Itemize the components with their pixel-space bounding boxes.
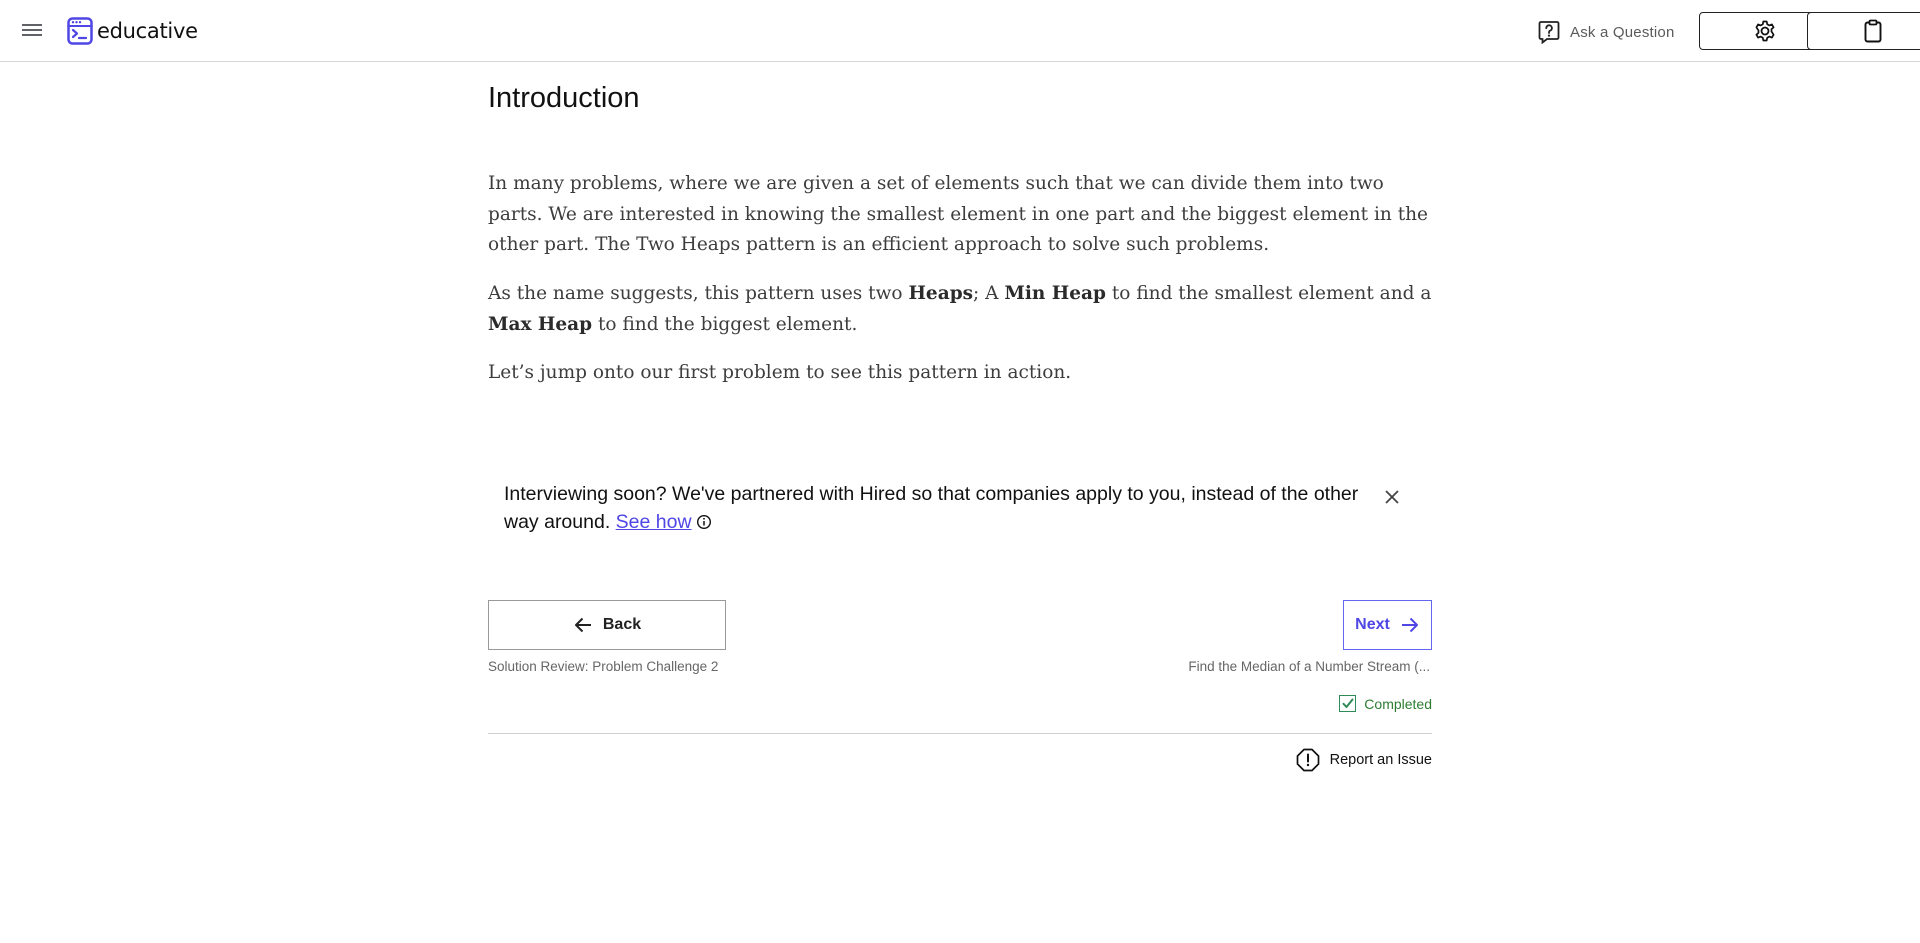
checkbox-checked-icon [1339, 695, 1357, 712]
logo-text: educative [97, 19, 198, 43]
hired-promo-banner: Interviewing soon? We've partnered with … [504, 480, 1374, 536]
back-button[interactable]: Back [488, 600, 726, 650]
heaps-bold-term: Heaps [908, 283, 974, 304]
back-label: Back [602, 616, 642, 633]
clipboard-icon [1864, 19, 1881, 43]
previous-lesson-title[interactable]: Solution Review: Problem Challenge 2 [488, 659, 718, 674]
max-heap-bold-term: Max Heap [488, 313, 593, 335]
educative-logo-icon [67, 17, 93, 45]
lesson-paragraph-3: Let’s jump onto our first problem to see… [488, 362, 1072, 383]
footer-divider [488, 733, 1432, 734]
clipboard-button[interactable] [1807, 12, 1920, 50]
arrow-left-icon [574, 617, 591, 633]
lesson-paragraph-1: In many problems, where we are given a s… [488, 173, 1428, 255]
paragraph-2-text: to find the biggest element. [592, 313, 858, 335]
info-icon[interactable] [696, 514, 712, 530]
see-how-link[interactable]: See how [616, 511, 692, 533]
arrow-right-icon [1401, 617, 1418, 633]
min-heap-bold-term: Min Heap [1004, 283, 1106, 304]
completed-checkbox[interactable]: Completed [1339, 695, 1432, 712]
next-label: Next [1355, 616, 1390, 633]
next-button[interactable]: Next [1343, 600, 1432, 650]
top-navigation-bar: educative Ask a Question [0, 0, 1920, 62]
paragraph-2-text: As the name suggests, this pattern uses … [488, 283, 909, 304]
lesson-title: Introduction [488, 82, 640, 114]
completed-label: Completed [1364, 695, 1432, 712]
report-issue-button[interactable]: Report an Issue [1296, 748, 1432, 772]
hamburger-menu-icon[interactable] [20, 20, 44, 42]
paragraph-2-text: ; A [973, 283, 1005, 304]
report-issue-label: Report an Issue [1329, 752, 1432, 768]
question-bubble-icon [1538, 21, 1560, 44]
lesson-paragraph-2: As the name suggests, this pattern uses … [488, 279, 1432, 340]
ask-question-button[interactable]: Ask a Question [1538, 20, 1675, 44]
close-icon[interactable] [1381, 486, 1403, 508]
paragraph-2-text: to find the smallest element and a [1105, 283, 1432, 304]
next-lesson-title[interactable]: Find the Median of a Number Stream (... [1188, 659, 1430, 674]
ask-question-label: Ask a Question [1570, 23, 1675, 41]
educative-logo[interactable]: educative [67, 17, 198, 45]
alert-octagon-icon [1296, 748, 1319, 772]
gear-icon [1755, 20, 1774, 42]
